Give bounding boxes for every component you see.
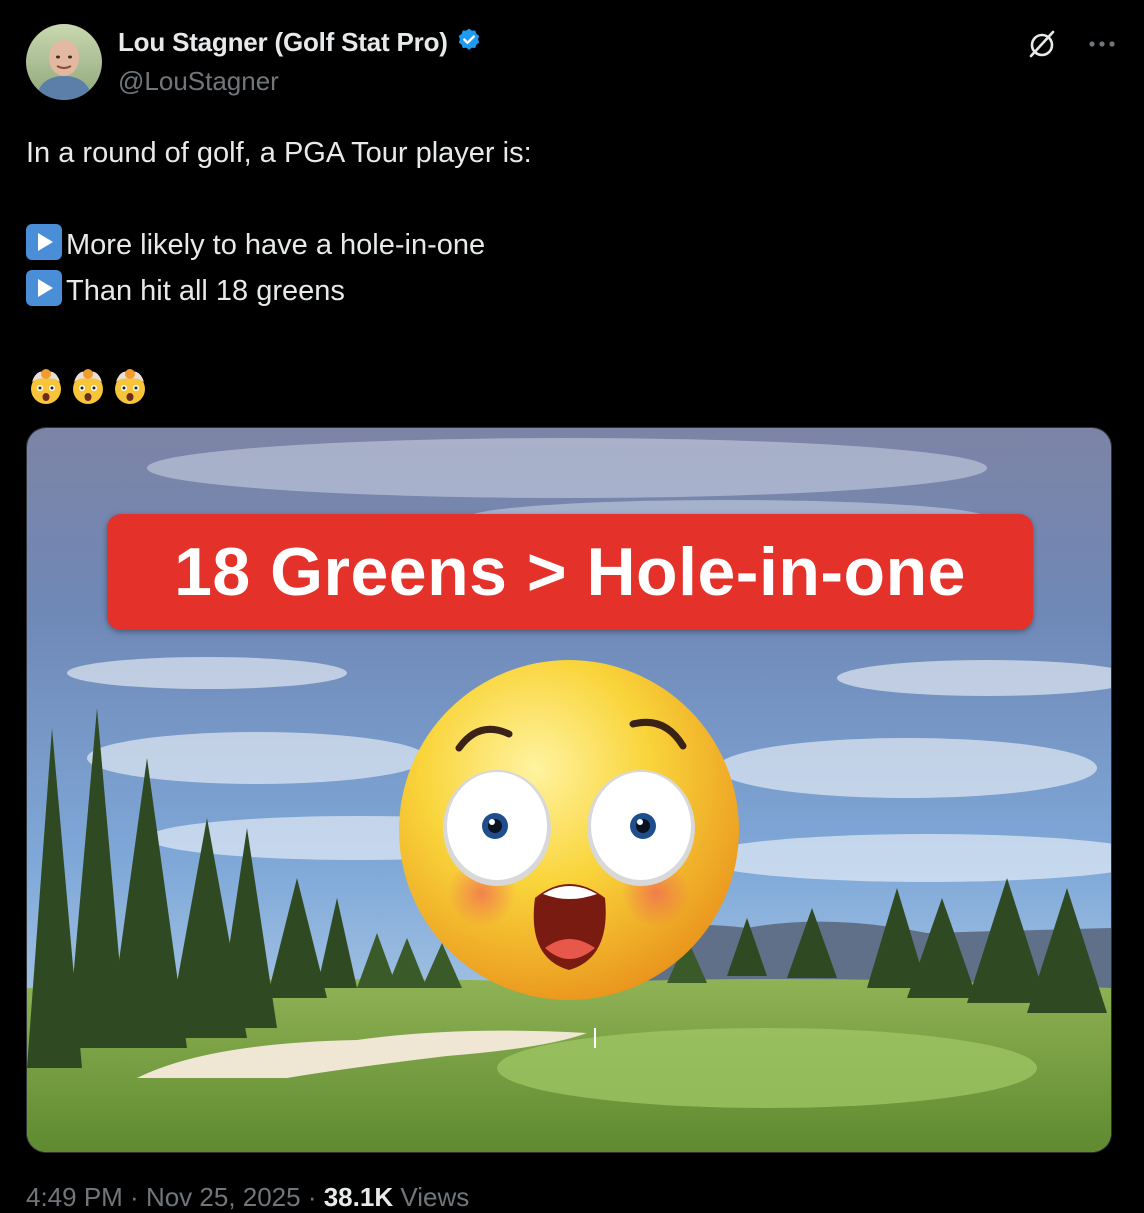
play-button-emoji-icon	[26, 270, 62, 306]
author-display-name[interactable]: Lou Stagner (Golf Stat Pro)	[118, 27, 448, 58]
verified-badge-icon	[456, 27, 482, 58]
reaction-emojis	[26, 366, 532, 406]
tweet-bullet: Than hit all 18 greens	[26, 268, 532, 314]
views-count: 38.1K	[323, 1182, 394, 1212]
tweet-intro: In a round of golf, a PGA Tour player is…	[26, 137, 532, 169]
tweet-time[interactable]: 4:49 PM	[26, 1182, 123, 1212]
tweet-media-image[interactable]: 18 Greens > Hole-in-one	[26, 427, 1112, 1153]
exploding-head-emoji-icon	[31, 369, 61, 404]
tweet-meta: 4:49 PM · Nov 25, 2025 · 38.1K Views	[26, 1182, 470, 1212]
exploding-head-emoji-icon	[73, 369, 103, 404]
views-label: Views	[400, 1182, 470, 1212]
tweet-bullet: More likely to have a hole-in-one	[26, 222, 532, 268]
play-button-emoji-icon	[26, 224, 62, 260]
shocked-face-emoji-icon	[399, 660, 739, 1000]
tweet-text: In a round of golf, a PGA Tour player is…	[26, 130, 532, 406]
avatar[interactable]	[26, 24, 102, 100]
tweet-header-actions	[1026, 28, 1116, 60]
media-banner-text: 18 Greens > Hole-in-one	[174, 534, 966, 610]
tweet-date[interactable]: Nov 25, 2025	[146, 1182, 301, 1212]
grok-icon[interactable]	[1026, 28, 1058, 60]
more-icon[interactable]	[1088, 39, 1116, 49]
author-handle[interactable]: @LouStagner	[118, 66, 279, 97]
exploding-head-emoji-icon	[115, 369, 145, 404]
author-name-row: Lou Stagner (Golf Stat Pro)	[118, 27, 482, 58]
media-banner: 18 Greens > Hole-in-one	[107, 514, 1033, 630]
